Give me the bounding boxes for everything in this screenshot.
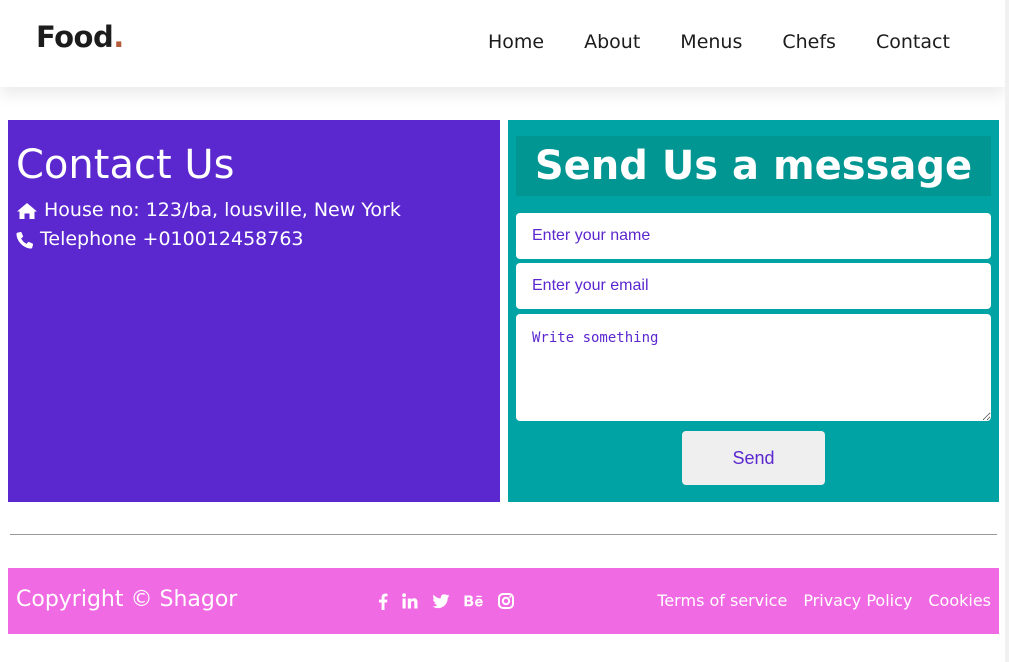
home-icon bbox=[17, 202, 37, 219]
facebook-icon[interactable] bbox=[378, 592, 388, 610]
copyright-text: Copyright © Shagor bbox=[16, 587, 238, 612]
nav-home[interactable]: Home bbox=[488, 31, 544, 53]
message-title: Send Us a message bbox=[516, 136, 991, 196]
footer-links: Terms of service Privacy Policy Cookies bbox=[641, 591, 991, 610]
send-button[interactable]: Send bbox=[682, 431, 825, 485]
logo-text: Food bbox=[36, 20, 114, 54]
logo[interactable]: Food. bbox=[36, 20, 124, 54]
nav-chefs[interactable]: Chefs bbox=[782, 31, 836, 53]
nav-links: Home About Menus Chefs Contact bbox=[488, 31, 950, 53]
message-panel: Send Us a message Send bbox=[508, 120, 999, 502]
nav-about[interactable]: About bbox=[584, 31, 640, 53]
email-input[interactable] bbox=[516, 263, 991, 309]
contact-panel: Contact Us House no: 123/ba, lousville, … bbox=[8, 120, 500, 502]
instagram-icon[interactable] bbox=[498, 592, 514, 610]
linkedin-icon[interactable] bbox=[402, 592, 418, 610]
logo-dot: . bbox=[113, 20, 124, 54]
address-line: House no: 123/ba, lousville, New York bbox=[16, 196, 492, 225]
twitter-icon[interactable] bbox=[432, 592, 450, 610]
page-scroll-edge bbox=[1005, 0, 1009, 662]
nav-menus[interactable]: Menus bbox=[680, 31, 742, 53]
message-textarea[interactable] bbox=[516, 314, 991, 421]
navbar: Food. Home About Menus Chefs Contact bbox=[0, 0, 1005, 87]
privacy-link[interactable]: Privacy Policy bbox=[803, 591, 912, 610]
cookies-link[interactable]: Cookies bbox=[928, 591, 991, 610]
contact-title: Contact Us bbox=[16, 142, 235, 188]
behance-icon[interactable] bbox=[464, 592, 484, 610]
name-input[interactable] bbox=[516, 213, 991, 259]
address-text: House no: 123/ba, lousville, New York bbox=[44, 199, 401, 221]
phone-icon bbox=[16, 231, 34, 248]
telephone-line: Telephone +010012458763 bbox=[16, 225, 492, 254]
terms-link[interactable]: Terms of service bbox=[657, 591, 787, 610]
telephone-text: Telephone +010012458763 bbox=[40, 228, 304, 250]
divider bbox=[10, 534, 997, 535]
nav-contact[interactable]: Contact bbox=[876, 31, 950, 53]
social-links bbox=[378, 592, 514, 610]
footer: Copyright © Shagor Terms of service Priv… bbox=[8, 568, 999, 634]
